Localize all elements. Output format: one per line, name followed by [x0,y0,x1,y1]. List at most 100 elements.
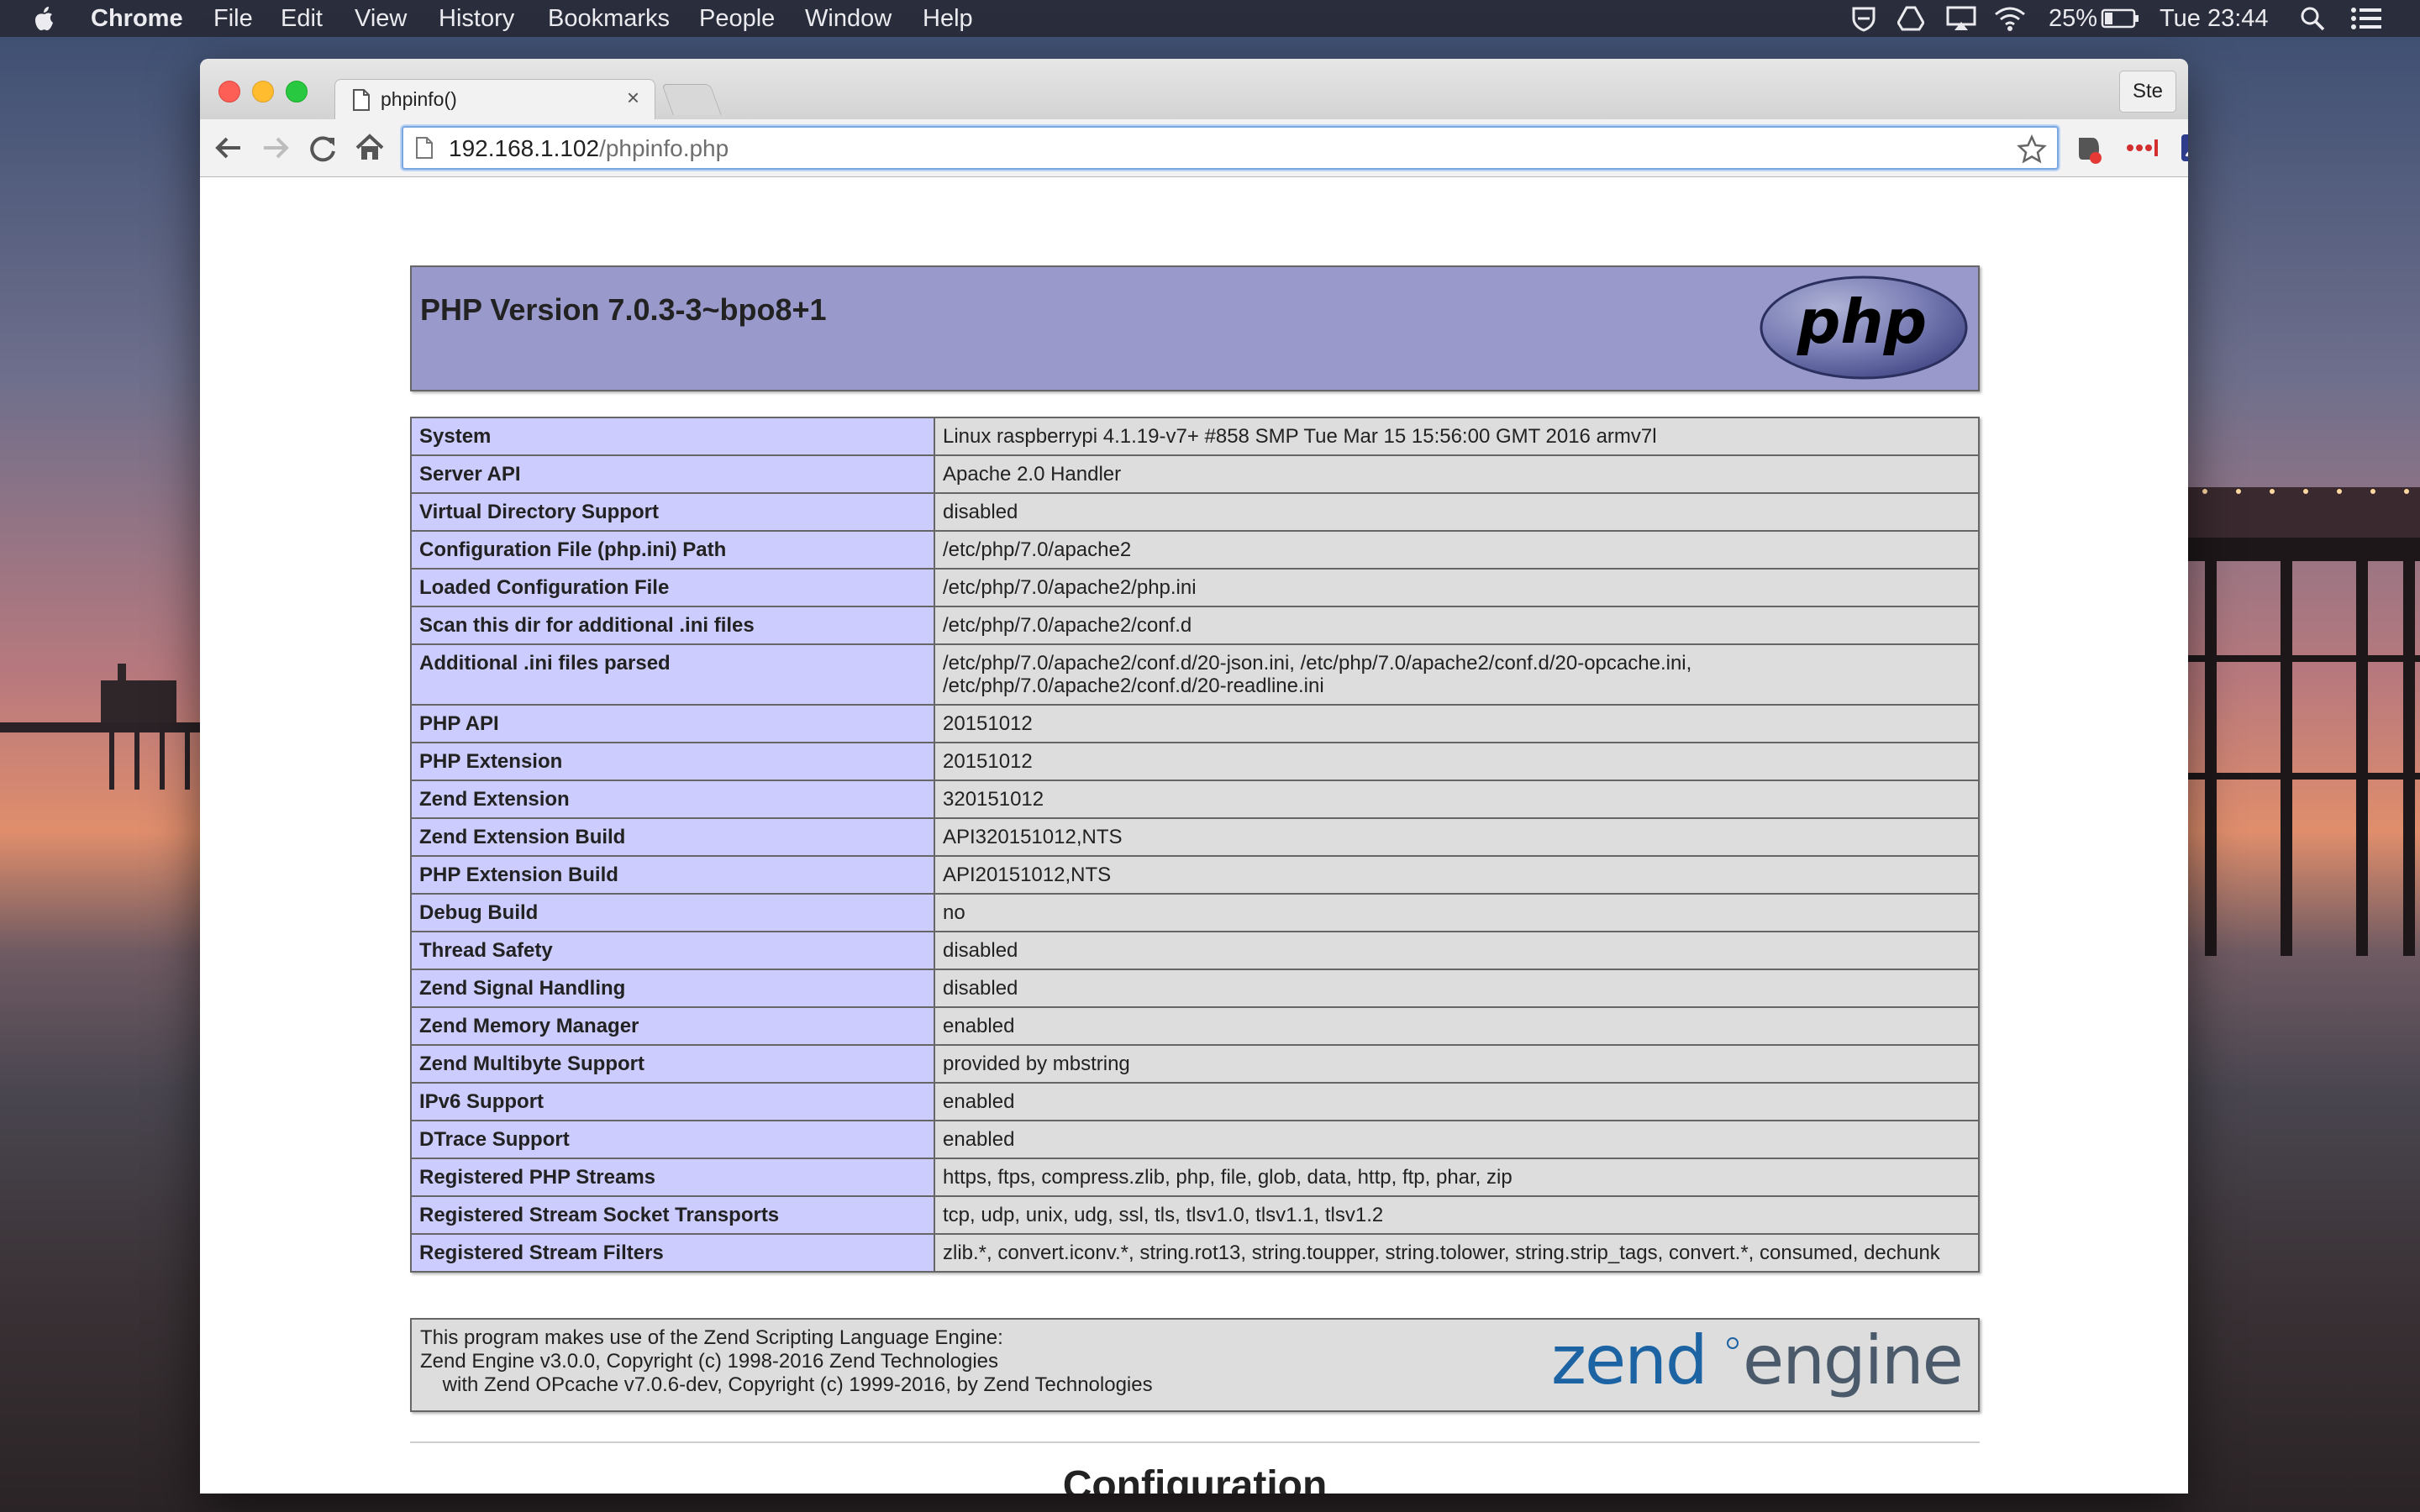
row-key: Server API [410,454,935,494]
speedometer-extension-icon[interactable] [2178,129,2188,166]
browser-toolbar: 192.168.1.102/phpinfo.php [200,119,2188,177]
reload-icon[interactable] [306,131,339,165]
row-value: zlib.*, convert.iconv.*, string.rot13, s… [934,1233,1980,1273]
evernote-icon[interactable] [2070,129,2107,166]
row-value: tcp, udp, unix, udg, ssl, tls, tlsv1.0, … [934,1195,1980,1235]
row-value: disabled [934,969,1980,1008]
table-row: Zend Extension Build API320151012,NTS [410,817,1980,857]
menubar-clock[interactable]: Tue 23:44 [2160,4,2269,33]
menu-edit[interactable]: Edit [281,4,323,33]
table-row: PHP Extension Build API20151012,NTS [410,855,1980,895]
table-row: Registered Stream Filters zlib.*, convert… [410,1233,1980,1273]
forward-arrow-icon[interactable] [259,131,292,165]
zend-text-line-2: Zend Engine v3.0.0, Copyright (c) 1998-2… [420,1350,998,1373]
tab-strip: phpinfo() × Ste [200,59,2188,120]
google-drive-icon[interactable] [1897,5,1924,32]
table-row: System Linux raspberrypi 4.1.19-v7+ #858 … [410,417,1980,456]
row-value: /etc/php/7.0/apache2/conf.d/20-json.ini,… [934,643,1980,706]
row-key: Additional .ini files parsed [410,643,935,706]
row-key: PHP Extension [410,742,935,781]
zend-engine-box: This program makes use of the Zend Scrip… [410,1318,1980,1412]
row-key: Zend Memory Manager [410,1006,935,1046]
window-zoom-button[interactable] [286,81,308,102]
row-value: provided by mbstring [934,1044,1980,1084]
row-key: Thread Safety [410,931,935,970]
table-row: Scan this dir for additional .ini files /… [410,606,1980,645]
apple-icon[interactable] [32,3,57,34]
tab-close-icon[interactable]: × [627,85,639,111]
row-key: Debug Build [410,893,935,932]
menu-window[interactable]: Window [805,4,892,33]
url-path: /phpinfo.php [599,135,729,161]
window-minimize-button[interactable] [252,81,274,102]
menu-bookmarks[interactable]: Bookmarks [548,4,670,33]
table-row: Zend Signal Handling disabled [410,969,1980,1008]
battery-icon[interactable] [2101,5,2139,32]
table-row: PHP API 20151012 [410,704,1980,743]
row-key: Zend Extension [410,780,935,819]
bookmark-star-icon[interactable] [2017,134,2047,165]
row-value: /etc/php/7.0/apache2/conf.d [934,606,1980,645]
address-bar[interactable]: 192.168.1.102/phpinfo.php [402,126,2059,170]
menu-people[interactable]: People [699,4,775,33]
page-viewport[interactable]: PHP Version 7.0.3-3~bpo8+1 php System Lin… [200,177,2188,1494]
notification-center-icon[interactable] [2349,5,2383,32]
home-icon[interactable] [353,131,387,165]
menu-history[interactable]: History [439,4,514,33]
profile-button[interactable]: Ste [2119,71,2176,113]
airplay-icon[interactable] [1946,5,1976,32]
wallpaper-pier-right [2188,487,2420,956]
row-value: Linux raspberrypi 4.1.19-v7+ #858 SMP Tu… [934,417,1980,456]
url-host: 192.168.1.102 [449,135,600,161]
table-row: Additional .ini files parsed/etc/php/7.0… [410,643,1980,706]
row-key: Registered PHP Streams [410,1158,935,1197]
table-row: Registered Stream Socket Transports tcp, … [410,1195,1980,1235]
menu-app-chrome[interactable]: Chrome [91,4,183,33]
php-info-table: System Linux raspberrypi 4.1.19-v7+ #858 … [410,417,1980,1273]
wifi-icon[interactable] [1993,5,2027,32]
row-key: IPv6 Support [410,1082,935,1121]
row-value: /etc/php/7.0/apache2 [934,530,1980,570]
row-value: API20151012,NTS [934,855,1980,895]
row-value-line: /etc/php/7.0/apache2/conf.d/20-readline.… [943,675,1324,697]
menu-view[interactable]: View [355,4,407,33]
table-row: Thread Safety disabled [410,931,1980,970]
zend-text-line-1: This program makes use of the Zend Scrip… [420,1326,1003,1349]
page-info-icon[interactable] [415,136,434,160]
php-version-header: PHP Version 7.0.3-3~bpo8+1 php [410,265,1980,391]
table-row: DTrace Support enabled [410,1120,1980,1159]
table-row: Zend Extension 320151012 [410,780,1980,819]
new-tab-button[interactable] [661,84,722,115]
zend-text-line-3: with Zend OPcache v7.0.6-dev, Copyright … [420,1373,1153,1396]
row-key: Zend Signal Handling [410,969,935,1008]
configuration-heading: Configuration [1062,1463,1328,1494]
row-key: System [410,417,935,456]
menu-file[interactable]: File [213,4,253,33]
table-row: Debug Build no [410,893,1980,932]
table-row: Loaded Configuration File/etc/php/7.0/ap… [410,568,1980,607]
menu-help[interactable]: Help [923,4,973,33]
row-key: Registered Stream Socket Transports [410,1195,935,1235]
row-value: disabled [934,931,1980,970]
back-arrow-icon[interactable] [212,131,245,165]
php-logo-text: php [1797,286,1927,357]
zend-engine-logo[interactable]: zend engine [1551,1323,1971,1407]
row-value: enabled [934,1120,1980,1159]
battery-percentage: 25% [2049,5,2098,32]
window-close-button[interactable] [218,81,240,102]
wallpaper-pier-left [0,664,202,790]
row-key: Zend Extension Build [410,817,935,857]
row-key: DTrace Support [410,1120,935,1159]
zend-logo-word-engine: engine [1743,1323,1962,1399]
url-text[interactable]: 192.168.1.102/phpinfo.php [449,135,729,162]
table-row: IPv6 Support enabled [410,1082,1980,1121]
table-row: Zend Multibyte Support provided by mbstri… [410,1044,1980,1084]
spotlight-search-icon[interactable] [2299,5,2326,32]
lastpass-icon[interactable] [2124,129,2161,166]
php-logo: php [1760,276,1968,380]
browser-window: phpinfo() × Ste 192.168.1.102/phpinfo.ph… [200,59,2188,1494]
shield-icon[interactable] [1850,5,1877,32]
table-row: Registered PHP Streams https, ftps, compr… [410,1158,1980,1197]
zend-logo-word-zend: zend [1551,1323,1707,1399]
tab-phpinfo[interactable]: phpinfo() × [334,79,655,120]
